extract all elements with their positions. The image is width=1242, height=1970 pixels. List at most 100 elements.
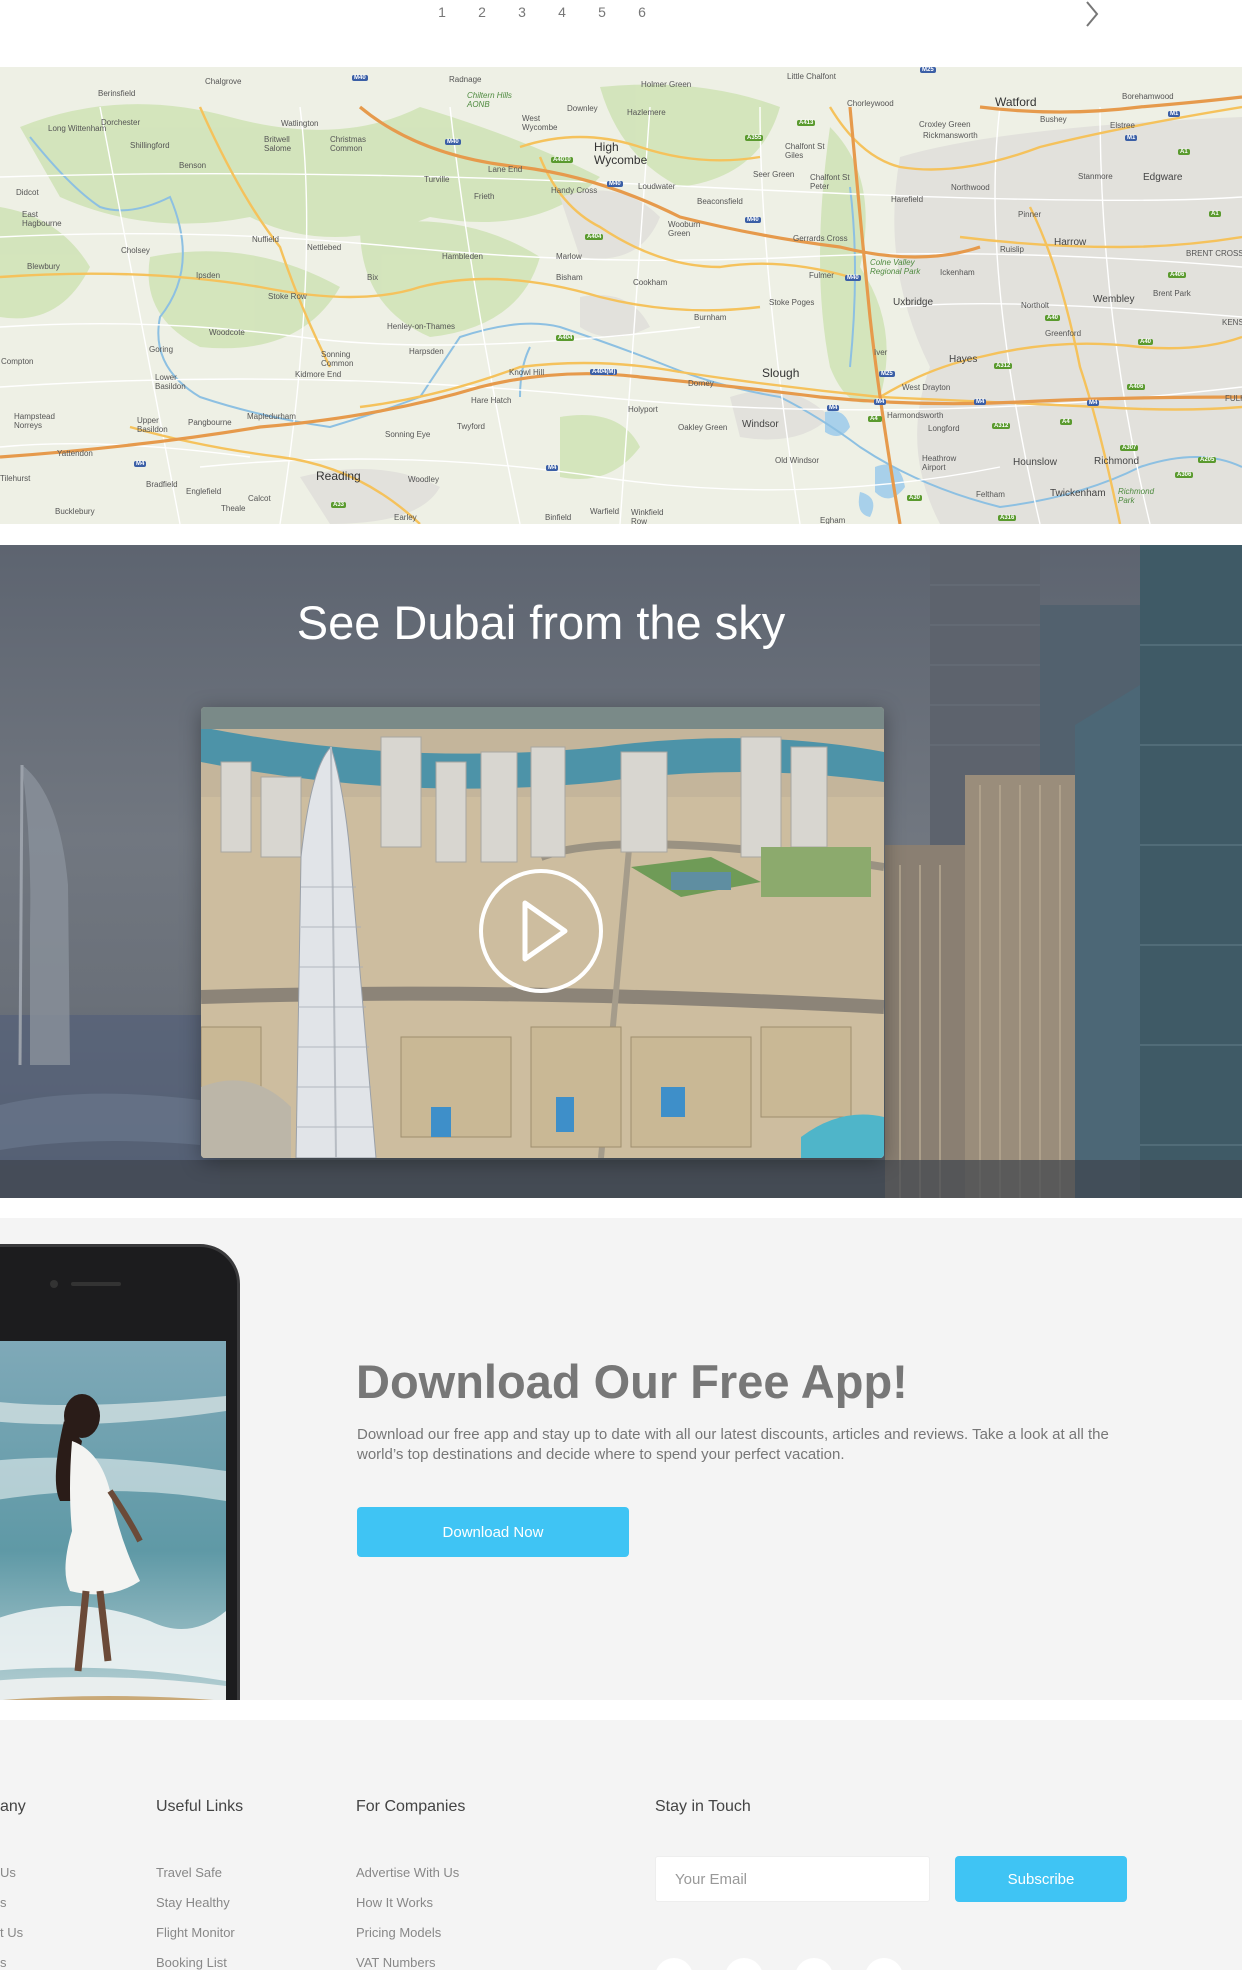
map-label: Harrow	[1054, 237, 1087, 248]
phone-screen-image	[0, 1341, 226, 1700]
app-title: Download Our Free App!	[356, 1355, 908, 1408]
map-label: Feltham	[976, 490, 1005, 499]
map-label: Bradfield	[146, 480, 178, 489]
download-now-button[interactable]: Download Now	[357, 1507, 629, 1557]
map-label: Harmondsworth	[887, 411, 944, 420]
map-label: Watlington	[281, 119, 319, 128]
road-tag: A4	[868, 416, 880, 422]
road-tag: A40	[1045, 315, 1061, 321]
page-link-6[interactable]: 6	[632, 4, 652, 20]
road-tag: M4	[874, 399, 887, 405]
google-plus-icon[interactable]	[795, 1958, 833, 1970]
footer-link-how-it-works[interactable]: How It Works	[356, 1895, 433, 1910]
map-label: Nettlebed	[307, 243, 342, 252]
map-label: Woodley	[408, 475, 439, 484]
play-button[interactable]	[479, 869, 603, 993]
map-label: Ipsden	[196, 271, 221, 280]
map-label: Upper Basildon	[137, 416, 168, 434]
footer-link-flight-monitor[interactable]: Flight Monitor	[156, 1925, 235, 1940]
map-label: Knowl Hill	[509, 368, 545, 377]
footer-link-stay-healthy[interactable]: Stay Healthy	[156, 1895, 230, 1910]
map-label: Richmond	[1094, 456, 1140, 467]
map-label: Marlow	[556, 252, 582, 261]
map[interactable]: Berinsfield Chalgrove Radnage Holmer Gre…	[0, 67, 1242, 524]
map-label: Radnage	[449, 75, 482, 84]
map-label: Harpsden	[409, 347, 444, 356]
map-label: Hayes	[949, 354, 978, 365]
map-label: Handy Cross	[551, 186, 598, 195]
page-link-4[interactable]: 4	[552, 4, 572, 20]
email-input[interactable]	[655, 1856, 930, 1902]
map-label: Lower Basildon	[155, 373, 186, 391]
map-label: Englefield	[186, 487, 222, 496]
map-label: Britwell Salome	[264, 135, 292, 153]
map-label: Winkfield Row	[631, 508, 664, 524]
map-label: Elstree	[1110, 121, 1135, 130]
chevron-right-icon[interactable]	[1080, 0, 1104, 30]
app-download-section: Download Our Free App! Download our free…	[0, 1218, 1242, 1700]
footer-company-link[interactable]: Us	[0, 1865, 16, 1880]
instagram-icon[interactable]	[865, 1958, 903, 1970]
page-link-5[interactable]: 5	[592, 4, 612, 20]
map-label: Dorney	[688, 379, 714, 388]
map-label: Richmond Park	[1118, 487, 1155, 505]
map-label: Burnham	[694, 313, 727, 322]
map-label: Sonning Common	[321, 350, 354, 368]
road-tag: A33	[331, 502, 347, 508]
map-label: Bushey	[1040, 115, 1067, 124]
map-label: Bix	[367, 273, 379, 282]
map-label: Woodcote	[209, 328, 245, 337]
road-tag: A4	[1060, 419, 1072, 425]
facebook-icon[interactable]	[655, 1958, 693, 1970]
footer-stay-in-touch-title: Stay in Touch	[655, 1798, 751, 1815]
footer-link-pricing-models[interactable]: Pricing Models	[356, 1925, 441, 1940]
phone-camera	[50, 1280, 58, 1288]
map-label: Uxbridge	[893, 297, 934, 308]
play-icon	[522, 900, 568, 962]
phone-speaker	[71, 1282, 121, 1286]
footer-company-link[interactable]: s	[0, 1955, 7, 1970]
road-tag: M4	[546, 465, 559, 471]
map-label: Hare Hatch	[471, 396, 512, 405]
map-label: Benson	[179, 161, 207, 170]
map-label: Mapledurham	[247, 412, 296, 421]
map-base	[0, 84, 1242, 524]
map-label: Northolt	[1021, 301, 1050, 310]
map-label: High Wycombe	[594, 140, 648, 167]
road-tag: M4	[134, 461, 147, 467]
road-tag: A413	[797, 120, 816, 126]
map-label: Turville	[424, 175, 450, 184]
road-tag: M40	[352, 75, 368, 81]
map-label: Chorleywood	[847, 99, 894, 108]
footer-link-booking-list[interactable]: Booking List	[156, 1955, 227, 1970]
map-label: Iver	[874, 348, 888, 357]
road-tag: A30	[907, 495, 923, 501]
subscribe-button[interactable]: Subscribe	[955, 1856, 1127, 1902]
road-tag: M40	[745, 217, 761, 223]
road-tag: A205	[1198, 457, 1217, 463]
page-link-2[interactable]: 2	[472, 4, 492, 20]
page-link-1[interactable]: 1	[432, 4, 452, 20]
twitter-icon[interactable]	[725, 1958, 763, 1970]
footer-company-title: any	[0, 1798, 26, 1815]
map-label: Hambleden	[442, 252, 483, 261]
road-tag: A406	[1127, 384, 1146, 390]
footer-link-travel-safe[interactable]: Travel Safe	[156, 1865, 222, 1880]
road-tag: A307	[1120, 445, 1139, 451]
map-label: Calcot	[248, 494, 271, 503]
road-tag: A404	[556, 335, 575, 341]
page-link-3[interactable]: 3	[512, 4, 532, 20]
footer-link-advertise[interactable]: Advertise With Us	[356, 1865, 459, 1880]
footer-link-vat-numbers[interactable]: VAT Numbers	[356, 1955, 435, 1970]
footer-company-link[interactable]: s	[0, 1895, 7, 1910]
map-label: Binfield	[545, 513, 572, 522]
road-tag: M25	[920, 67, 936, 73]
map-label: Yattendon	[57, 449, 93, 458]
map-label: Loudwater	[638, 182, 676, 191]
map-label: Brent Park	[1153, 289, 1191, 298]
road-tag: A316	[998, 515, 1017, 521]
map-label: Ruislip	[1000, 245, 1025, 254]
map-label: Windsor	[742, 419, 779, 430]
footer-company-link[interactable]: t Us	[0, 1925, 23, 1940]
map-label: Heathrow Airport	[922, 454, 957, 472]
